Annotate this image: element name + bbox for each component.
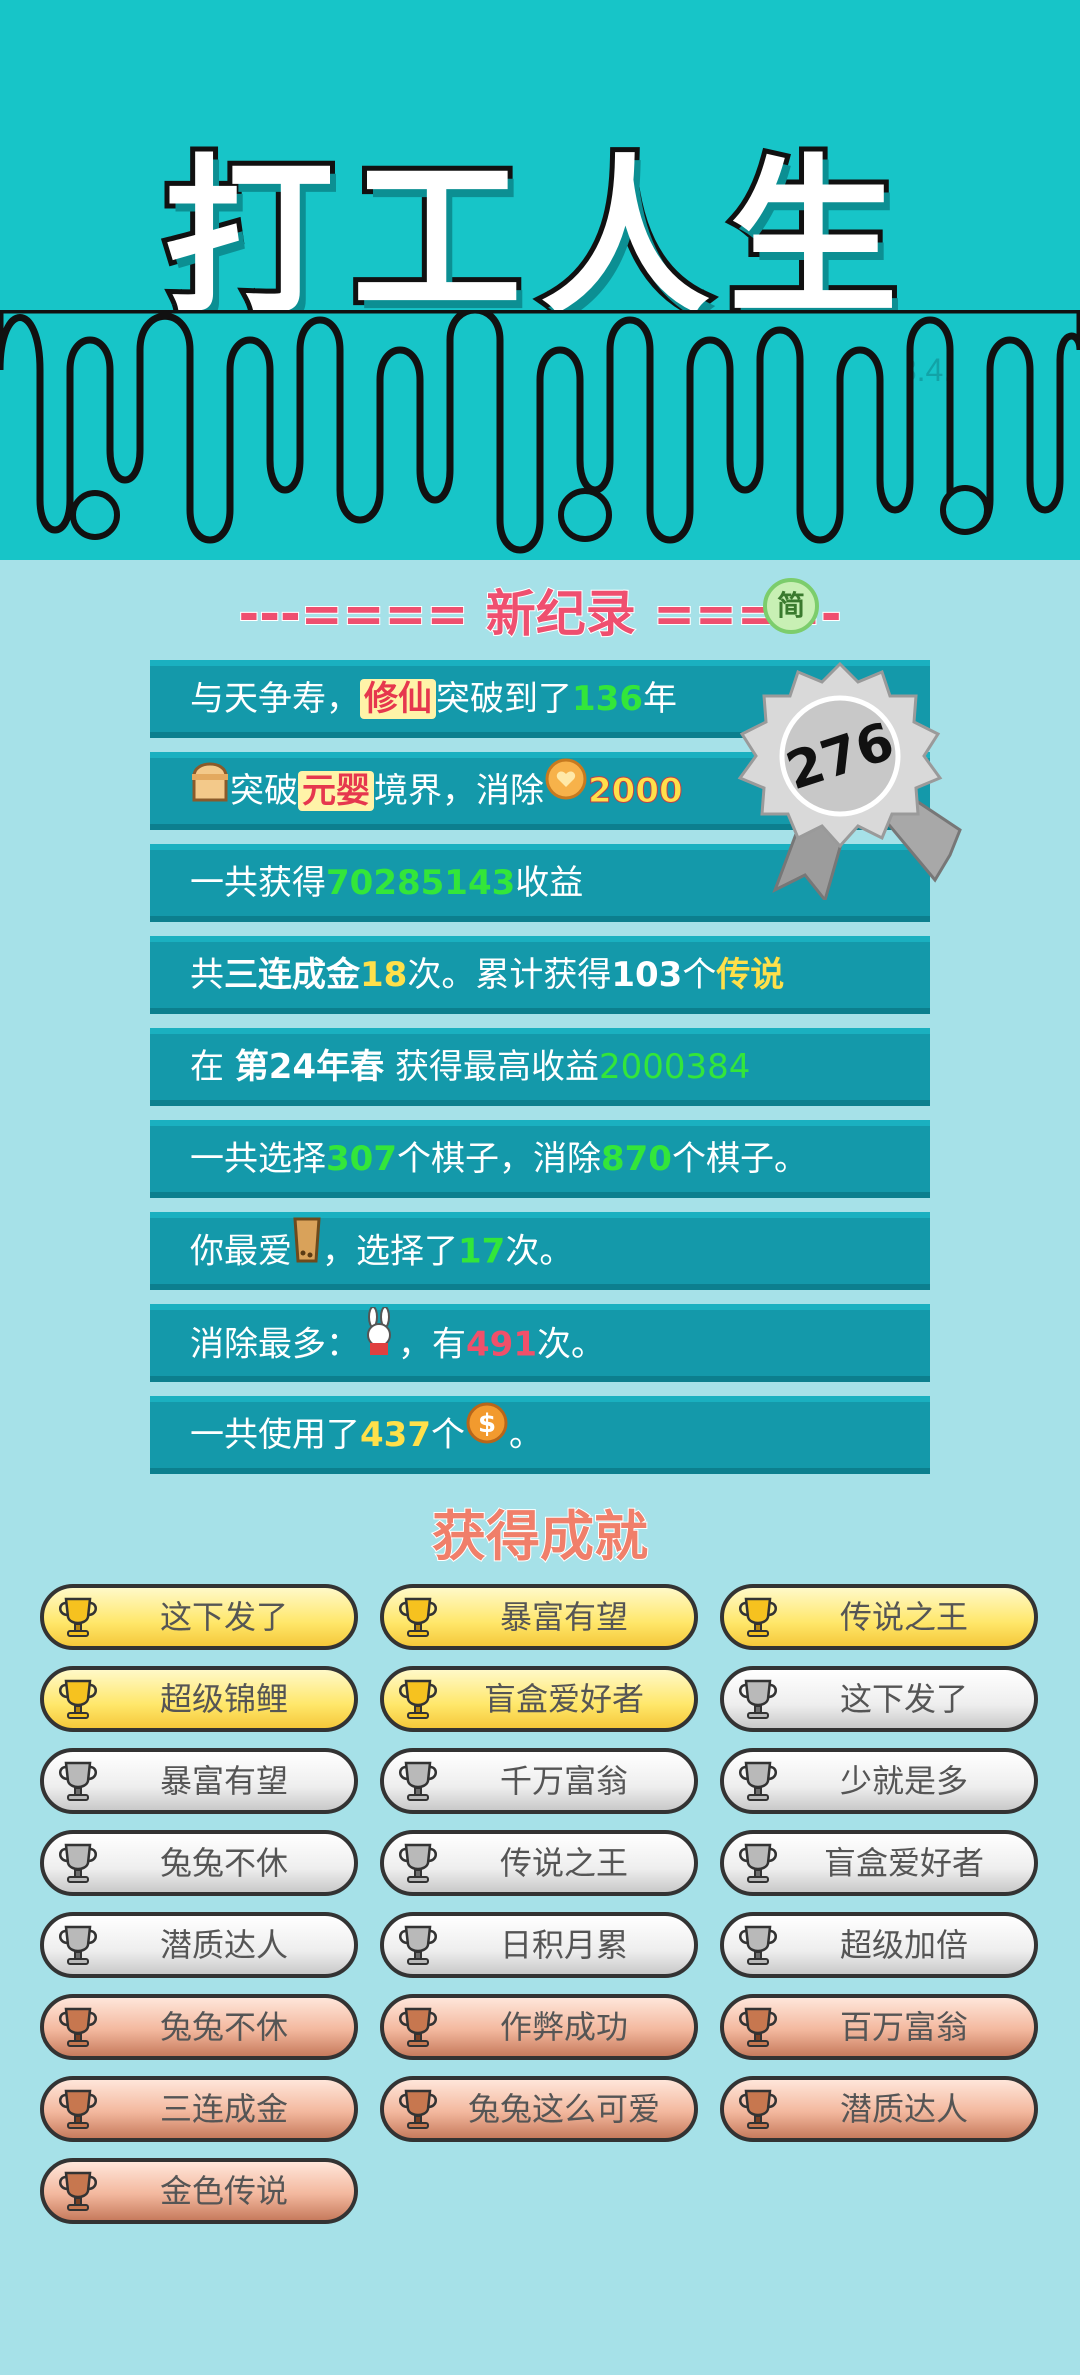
achievement-label: 兔兔这么可爱 [467, 2090, 660, 2128]
achievement-label: 潜质达人 [159, 1926, 288, 1964]
trophy-icon [59, 1843, 97, 1883]
achievement-badge[interactable]: 暴富有望 [40, 1748, 358, 1814]
trophy-icon [59, 1679, 97, 1719]
svg-text:$: $ [478, 1409, 496, 1439]
achievement-label: 兔兔不休 [159, 1844, 288, 1882]
achievement-badge[interactable]: 兔兔不休 [40, 1994, 358, 2060]
achievement-badge[interactable]: 这下发了 [720, 1666, 1038, 1732]
achievement-badge[interactable]: 传说之王 [380, 1830, 698, 1896]
trophy-icon [399, 1597, 437, 1637]
achievement-label: 传说之王 [499, 1844, 628, 1882]
achievement-label: 超级加倍 [839, 1926, 968, 1964]
trophy-icon [739, 1761, 777, 1801]
achievement-label: 金色传说 [159, 2172, 288, 2210]
achievement-label: 这下发了 [839, 1680, 968, 1718]
achievement-label: 盲盒爱好者 [483, 1680, 644, 1718]
achievement-label: 日积月累 [499, 1926, 628, 1964]
record-row: 一共选择307个棋子，消除870个棋子。 [150, 1120, 930, 1198]
simplified-toggle[interactable]: 简 [763, 578, 819, 634]
trophy-icon [739, 1843, 777, 1883]
achievement-badge[interactable]: 超级加倍 [720, 1912, 1038, 1978]
achievement-label: 百万富翁 [839, 2008, 968, 2046]
trophy-icon [399, 2089, 437, 2129]
trophy-icon [739, 1679, 777, 1719]
achievement-label: 兔兔不休 [159, 2008, 288, 2046]
achievement-badge[interactable]: 作弊成功 [380, 1994, 698, 2060]
achievement-badge[interactable]: 百万富翁 [720, 1994, 1038, 2060]
achievement-label: 作弊成功 [499, 2008, 628, 2046]
milk-tea-icon [292, 1215, 322, 1285]
achievements-title: 获得成就 [431, 1504, 649, 1569]
trophy-icon [59, 1597, 97, 1637]
trophy-icon [739, 1597, 777, 1637]
trophy-icon [399, 1925, 437, 1965]
trophy-icon [739, 2089, 777, 2129]
trophy-icon [739, 2007, 777, 2047]
achievement-badge[interactable]: 潜质达人 [40, 1912, 358, 1978]
achievement-badge[interactable]: 盲盒爱好者 [380, 1666, 698, 1732]
record-row: 消除最多： ，有491次。 [150, 1304, 930, 1382]
achievement-label: 盲盒爱好者 [823, 1844, 984, 1882]
trophy-icon [399, 2007, 437, 2047]
trophy-icon [399, 1761, 437, 1801]
achievement-badge[interactable]: 日积月累 [380, 1912, 698, 1978]
achievement-label: 暴富有望 [499, 1598, 628, 1636]
coin-heart-icon [544, 757, 588, 823]
cap-icon [190, 756, 230, 824]
achievement-badge[interactable]: 兔兔这么可爱 [380, 2076, 698, 2142]
achievement-badge[interactable]: 这下发了 [40, 1584, 358, 1650]
achievement-badge[interactable]: 传说之王 [720, 1584, 1038, 1650]
achievement-badge[interactable]: 千万富翁 [380, 1748, 698, 1814]
trophy-icon [59, 1761, 97, 1801]
achievement-badge[interactable]: 少就是多 [720, 1748, 1038, 1814]
record-row: 在 第24年春 获得最高收益2000384 [150, 1028, 930, 1106]
achievement-badge[interactable]: 金色传说 [40, 2158, 358, 2224]
achievement-label: 传说之王 [839, 1598, 968, 1636]
dollar-coin-icon: $ [465, 1401, 509, 1467]
trophy-icon [399, 1679, 437, 1719]
drip-decoration [0, 310, 1080, 554]
new-record-heading: ---==== 新纪录 ====- [238, 584, 843, 644]
trophy-icon [59, 2171, 97, 2211]
trophy-icon [59, 2089, 97, 2129]
achievement-badge[interactable]: 暴富有望 [380, 1584, 698, 1650]
record-row: 共三连成金18次。累计获得103个传说 [150, 936, 930, 1014]
medal-icon: 276 [737, 661, 962, 900]
achievement-label: 三连成金 [159, 2090, 288, 2128]
achievement-badge[interactable]: 盲盒爱好者 [720, 1830, 1038, 1896]
achievement-label: 千万富翁 [499, 1762, 628, 1800]
trophy-icon [59, 1925, 97, 1965]
trophy-icon [399, 1843, 437, 1883]
achievement-badge[interactable]: 兔兔不休 [40, 1830, 358, 1896]
trophy-icon [59, 2007, 97, 2047]
rabbit-icon [360, 1306, 398, 1379]
achievement-badge[interactable]: 潜质达人 [720, 2076, 1038, 2142]
achievement-badge[interactable]: 三连成金 [40, 2076, 358, 2142]
trophy-icon [739, 1925, 777, 1965]
achievement-badge[interactable]: 超级锦鲤 [40, 1666, 358, 1732]
achievement-label: 这下发了 [159, 1598, 288, 1636]
achievement-label: 暴富有望 [159, 1762, 288, 1800]
record-row: 一共使用了437个 $。 [150, 1396, 930, 1474]
record-row: 你最爱 ，选择了17次。 [150, 1212, 930, 1290]
achievement-label: 少就是多 [839, 1762, 968, 1800]
achievement-label: 潜质达人 [839, 2090, 968, 2128]
achievement-label: 超级锦鲤 [159, 1680, 288, 1718]
